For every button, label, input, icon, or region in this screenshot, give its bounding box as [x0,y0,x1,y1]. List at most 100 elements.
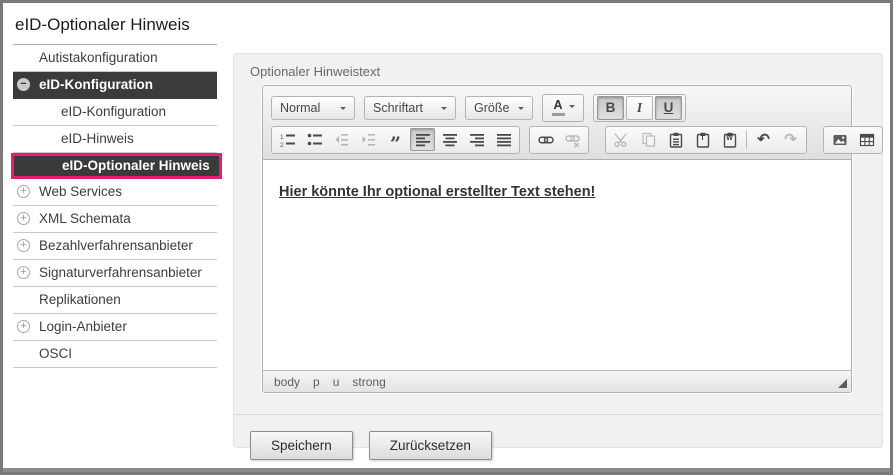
sidebar-item-label: Bezahlverfahrensanbieter [39,238,193,253]
underline-button[interactable]: U [655,96,682,120]
font-size-combo[interactable]: Größe [465,96,533,120]
paste-icon [668,132,684,148]
link-group [529,126,589,154]
save-button[interactable]: Speichern [250,431,353,460]
increase-indent-icon [361,132,377,148]
cut-icon [614,132,630,148]
panel-divider [234,414,882,415]
align-center-icon [442,132,458,148]
sidebar-item-login-anbieter[interactable]: Login-Anbieter [13,314,217,341]
paste-button[interactable] [663,128,688,151]
path-item-strong[interactable]: strong [352,375,385,389]
paste-as-text-icon [695,132,711,148]
align-left-icon [415,132,431,148]
unlink-button[interactable] [560,128,585,151]
field-label: Optionaler Hinweistext [250,64,882,79]
sidebar-item-label: eID-Hinweis [61,131,134,146]
insert-group [823,126,883,154]
sidebar-item-web-services[interactable]: Web Services [13,179,217,206]
paste-as-text-button[interactable] [690,128,715,151]
form-actions: Speichern Zurücksetzen [250,431,882,460]
cut-button[interactable] [609,128,634,151]
plus-circle-icon[interactable] [17,239,30,252]
basic-styles-group: B I U [593,94,686,122]
text-color-button[interactable]: A [546,96,580,119]
clipboard-group: ↶ ↷ [605,126,807,154]
redo-icon: ↷ [784,132,797,147]
sidebar-item-label: Autistakonfiguration [39,50,158,65]
sidebar-item-eid-hinweis[interactable]: eID-Hinweis [13,126,217,153]
italic-button[interactable]: I [626,96,653,120]
svg-text:2: 2 [280,142,284,148]
sidebar-item-label: OSCI [39,346,72,361]
insert-table-button[interactable] [854,128,879,151]
link-button[interactable] [533,128,558,151]
sidebar-item-bezahlverfahrensanbieter[interactable]: Bezahlverfahrensanbieter [13,233,217,260]
justify-button[interactable] [491,128,516,151]
reset-button[interactable]: Zurücksetzen [369,431,492,460]
align-center-button[interactable] [437,128,462,151]
undo-icon: ↶ [757,132,770,147]
text-color-icon: A [552,99,565,116]
editor-toolbar: Normal Schriftart Größe [263,86,851,160]
sidebar-item-autistakonfiguration[interactable]: Autistakonfiguration [13,45,217,72]
align-right-icon [469,132,485,148]
sidebar-item-label: eID-Optionaler Hinweis [62,158,210,173]
page-title: eID-Optionaler Hinweis [13,11,217,45]
sidebar: eID-Optionaler Hinweis Autistakonfigurat… [13,11,217,368]
paste-from-word-icon [722,132,738,148]
plus-circle-icon[interactable] [17,212,30,225]
plus-circle-icon[interactable] [17,266,30,279]
plus-circle-icon[interactable] [17,320,30,333]
bullet-list-button[interactable] [302,128,327,151]
sidebar-nav: Autistakonfiguration eID-Konfiguration e… [13,45,217,368]
image-icon [832,132,848,148]
text-color-group: A [542,94,584,122]
editor-content-area[interactable]: Hier könnte Ihr optional erstellter Text… [263,184,851,370]
numbered-list-icon: 12 [280,132,296,148]
decrease-indent-button[interactable] [329,128,354,151]
sidebar-item-label: Login-Anbieter [39,319,127,334]
bottom-scrollbar[interactable] [3,468,890,472]
toolbar-separator [746,131,747,149]
sidebar-item-label: Web Services [39,184,122,199]
sidebar-item-label: Signaturverfahrensanbieter [39,265,202,280]
minus-circle-icon[interactable] [17,78,30,91]
paste-from-word-button[interactable] [717,128,742,151]
increase-indent-button[interactable] [356,128,381,151]
chevron-down-icon [441,107,447,113]
justify-icon [496,132,512,148]
numbered-list-button[interactable]: 12 [275,128,300,151]
sidebar-item-eid-konfiguration-parent[interactable]: eID-Konfiguration [13,72,217,99]
undo-button[interactable]: ↶ [751,128,776,151]
content-panel: Optionaler Hinweistext Normal Schriftart [233,53,883,448]
sidebar-item-eid-optionaler-hinweis[interactable]: eID-Optionaler Hinweis [11,153,222,179]
paragraph-format-combo[interactable]: Normal [271,96,355,120]
plus-circle-icon[interactable] [17,185,30,198]
redo-button[interactable]: ↷ [778,128,803,151]
chevron-down-icon [569,105,575,111]
sidebar-item-signaturverfahrensanbieter[interactable]: Signaturverfahrensanbieter [13,260,217,287]
path-item-u[interactable]: u [333,375,340,389]
bold-button[interactable]: B [597,96,624,120]
sidebar-item-osci[interactable]: OSCI [13,341,217,368]
sidebar-item-label: Replikationen [39,292,121,307]
chevron-down-icon [518,107,524,113]
unlink-icon [565,132,581,148]
sidebar-item-replikationen[interactable]: Replikationen [13,287,217,314]
paragraph-group: 12 [271,126,520,154]
copy-button[interactable] [636,128,661,151]
resize-handle-icon[interactable] [838,379,847,388]
bullet-list-icon [307,132,323,148]
sidebar-item-xml-schemata[interactable]: XML Schemata [13,206,217,233]
path-item-p[interactable]: p [313,375,320,389]
editor-text[interactable]: Hier könnte Ihr optional erstellter Text… [279,184,851,200]
sidebar-item-eid-konfiguration-sub[interactable]: eID-Konfiguration [13,99,217,126]
font-family-combo[interactable]: Schriftart [364,96,456,120]
insert-image-button[interactable] [827,128,852,151]
align-right-button[interactable] [464,128,489,151]
path-item-body[interactable]: body [274,375,300,389]
sidebar-item-label: eID-Konfiguration [61,104,166,119]
blockquote-button[interactable] [383,128,408,151]
align-left-button[interactable] [410,128,435,151]
